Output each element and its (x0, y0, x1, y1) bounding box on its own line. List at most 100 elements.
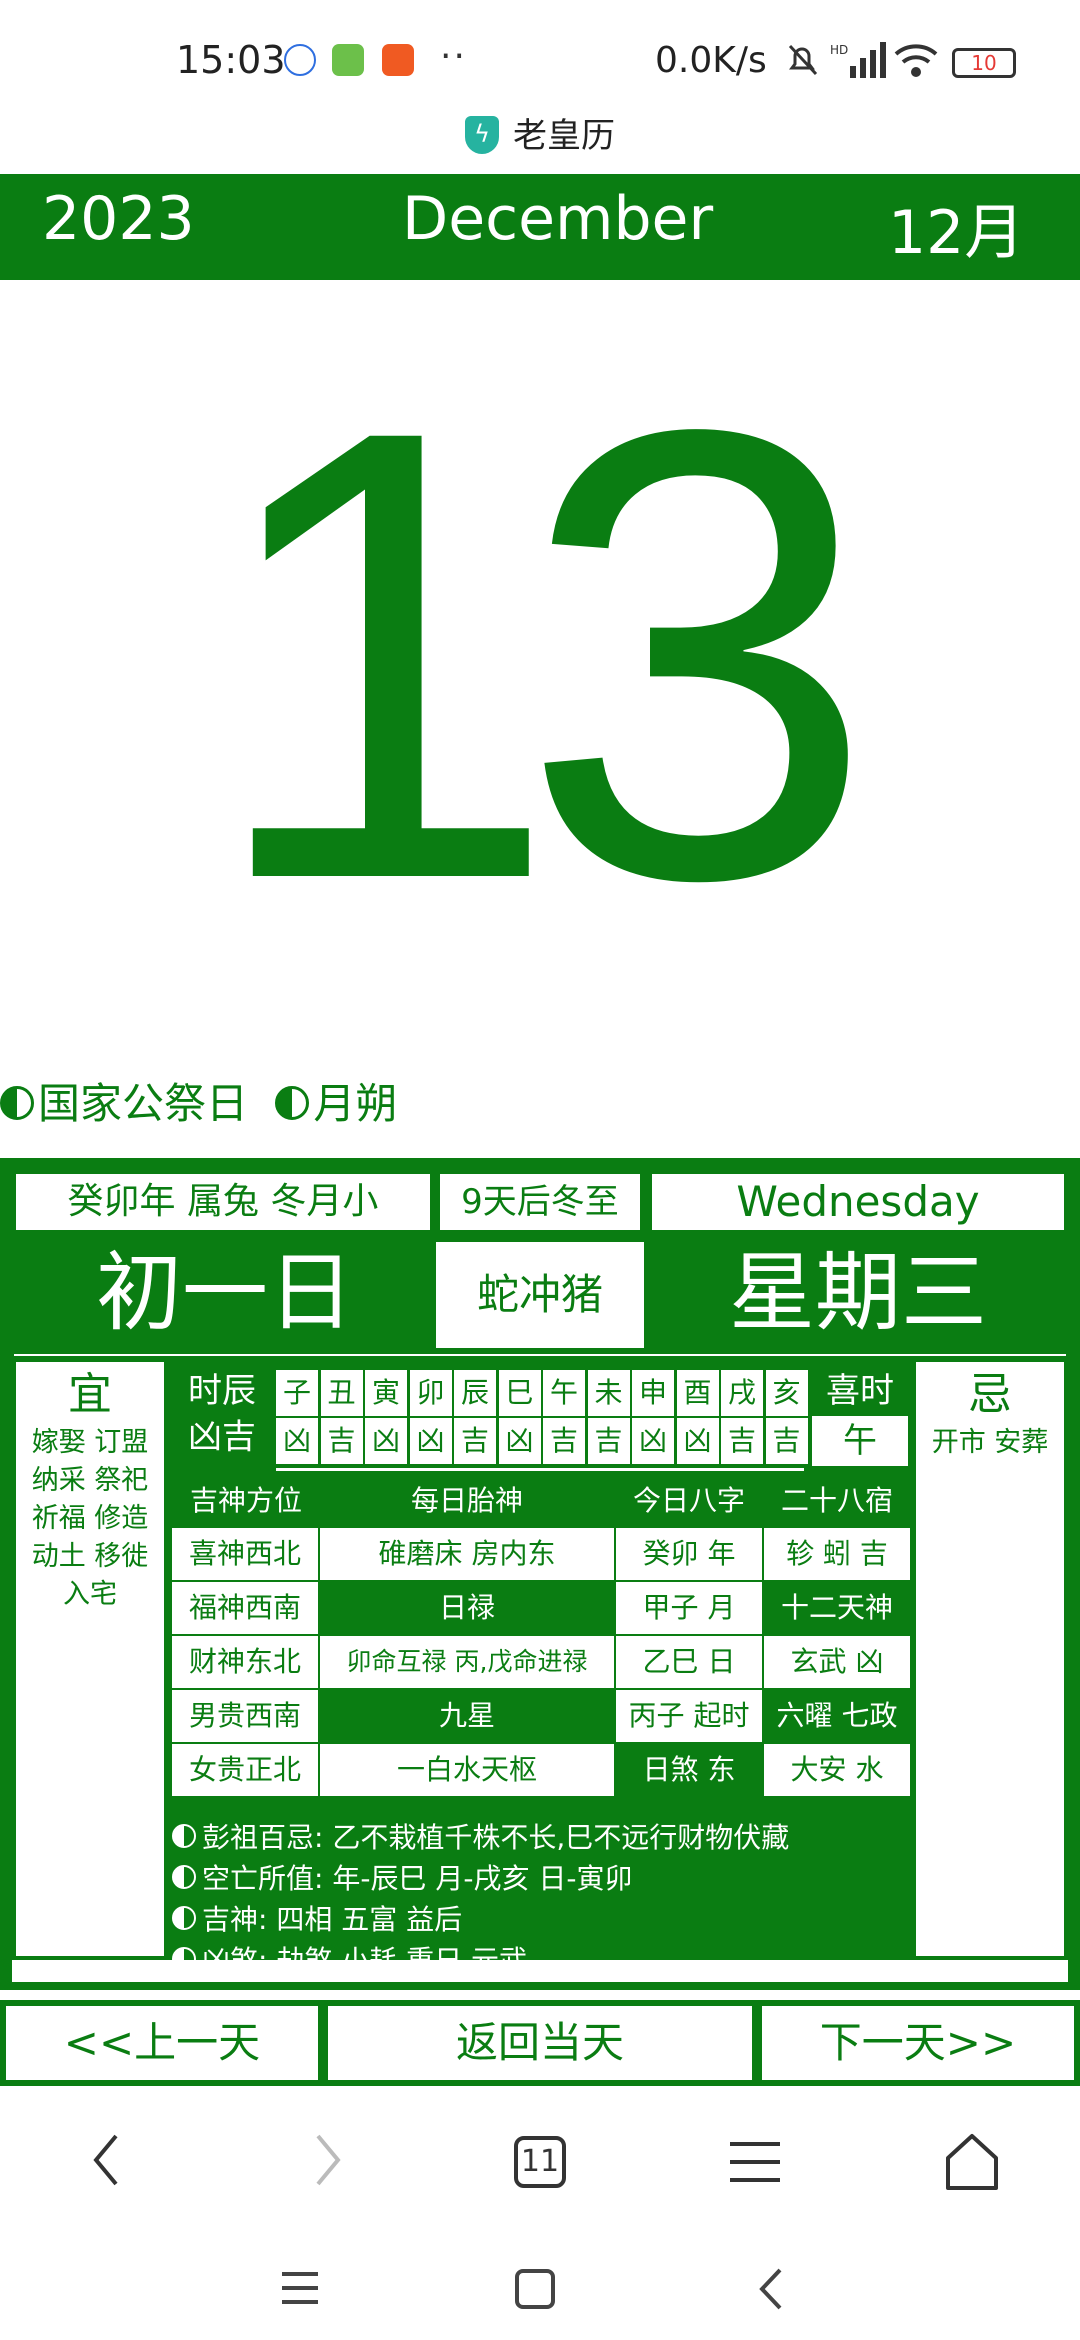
direction-cell: 男贵西南 (172, 1690, 318, 1742)
hour-branch: 午 (543, 1370, 585, 1416)
shield-icon: ϟ (465, 115, 499, 154)
fetal-god-cell: 卯命互禄 丙,戊命进禄 (320, 1636, 614, 1688)
hour-branch: 丑 (320, 1370, 363, 1416)
app-title-text: 老皇历 (513, 116, 615, 156)
year: 2023 (42, 184, 195, 254)
hour-luck: 凶 (676, 1418, 719, 1464)
clash: 蛇冲猪 (436, 1242, 644, 1348)
hour-branch: 申 (632, 1370, 674, 1416)
hour-luck: 凶 (276, 1418, 318, 1464)
hour-branch: 子 (276, 1370, 318, 1416)
hour-luck: 凶 (632, 1418, 674, 1464)
next-day-button[interactable]: 下一天>> (762, 2006, 1074, 2080)
note-text: 吉神: 四相 五富 益后 (202, 1903, 463, 1936)
half-circle-icon (275, 1085, 310, 1120)
lunar-day: 初一日 (96, 1243, 354, 1343)
yi-line: 动土 移徙 (31, 1541, 149, 1572)
back-icon[interactable] (86, 2130, 126, 2190)
hour-branch: 酉 (676, 1370, 719, 1416)
mansion-cell: 玄武 凶 (764, 1636, 910, 1688)
almanac-panel: 癸卯年 属兔 冬月小 9天后冬至 Wednesday 初一日 蛇冲猪 星期三 宜… (0, 1158, 1080, 1990)
hour-luck: 凶 (365, 1418, 407, 1464)
note-line: 吉神: 四相 五富 益后 (172, 1902, 912, 1938)
month: December (402, 184, 714, 254)
hour-luck: 吉 (454, 1418, 496, 1464)
direction-cell: 福神西南 (172, 1582, 318, 1634)
mansions-header: 二十八宿 (780, 1484, 893, 1517)
hour-branch: 未 (587, 1370, 630, 1416)
menu-icon[interactable] (728, 2138, 782, 2186)
note-line: 空亡所值: 年-辰巳 月-戌亥 日-寅卯 (172, 1861, 912, 1897)
fetal-god-cell: 日禄 (438, 1591, 495, 1624)
fetal-god-cell: 一白水天枢 (320, 1744, 614, 1796)
mansion-cell: 大安 水 (764, 1744, 910, 1796)
yi-line: 嫁娶 订盟 (31, 1427, 149, 1458)
hour-branch: 辰 (454, 1370, 496, 1416)
yi-line: 入宅 (63, 1579, 117, 1610)
day-nav: <<上一天 返回当天 下一天>> (0, 2000, 1080, 2086)
tabs-button[interactable]: 11 (514, 2136, 566, 2188)
hour-luck: 凶 (498, 1418, 541, 1464)
fetal-god-header: 每日胎神 (410, 1484, 523, 1517)
weekday-en: Wednesday (652, 1174, 1064, 1230)
mansion-cell: 轸 蚓 吉 (764, 1528, 910, 1580)
hours-underline (276, 1468, 804, 1471)
direction-cell: 喜神西北 (172, 1528, 318, 1580)
today-button[interactable]: 返回当天 (328, 2006, 752, 2080)
ganzhi-year: 癸卯年 属兔 冬月小 (16, 1174, 430, 1230)
half-circle-icon (0, 1085, 34, 1120)
baidu-icon (284, 44, 316, 76)
lunar-month: 12月大 (888, 198, 1025, 355)
network-speed: 0.0K/s (655, 40, 767, 81)
half-circle-icon (172, 1906, 196, 1930)
hour-branch: 戌 (721, 1370, 763, 1416)
forward-icon[interactable] (308, 2130, 348, 2190)
yi-line: 祈福 修造 (31, 1503, 149, 1534)
bazi-header: 今日八字 (632, 1484, 745, 1517)
mansion-cell: 十二天神 (780, 1591, 893, 1624)
mute-bell-icon (788, 44, 818, 76)
day-number: 13 (204, 297, 876, 1012)
wifi-icon (894, 44, 938, 77)
prev-day-button[interactable]: <<上一天 (6, 2006, 318, 2080)
hour-luck: 吉 (543, 1418, 585, 1464)
happy-hour-label: 喜时 (826, 1371, 894, 1411)
ji-column: 忌 开市 安葬 (916, 1362, 1064, 1956)
fetal-god-cell: 碓磨床 房内东 (320, 1528, 614, 1580)
mansion-cell: 六曜 七政 (776, 1699, 898, 1732)
hour-branch: 卯 (409, 1370, 452, 1416)
bazi-cell: 丙子 起时 (616, 1690, 762, 1742)
home-icon[interactable] (944, 2132, 1000, 2192)
system-home-icon[interactable] (514, 2268, 556, 2310)
signal-icon: HD (830, 42, 886, 78)
solar-term: 9天后冬至 (440, 1174, 640, 1230)
holiday-list: 国家公祭日 月朔 (0, 1070, 1080, 1130)
yi-title: 宜 (68, 1369, 112, 1420)
note-text: 彭祖百忌: 乙不栽植千株不长,巳不远行财物伏藏 (202, 1821, 790, 1854)
hour-luck: 吉 (721, 1418, 763, 1464)
directions-header: 吉神方位 (189, 1484, 302, 1517)
direction-cell: 女贵正北 (172, 1744, 318, 1796)
note-line: 彭祖百忌: 乙不栽植千株不长,巳不远行财物伏藏 (172, 1820, 912, 1856)
yi-line: 纳采 祭祀 (31, 1465, 149, 1496)
system-back-icon[interactable] (756, 2266, 786, 2312)
app-notification-icon (382, 44, 414, 76)
hour-luck: 吉 (587, 1418, 630, 1464)
ji-line: 开市 安葬 (931, 1427, 1049, 1458)
status-time: 15:03 (176, 38, 286, 82)
svg-text:HD: HD (830, 43, 848, 57)
fetal-god-cell: 九星 (438, 1699, 495, 1732)
browser-toolbar: 11 (0, 2086, 1080, 2216)
hour-branch: 亥 (765, 1370, 808, 1416)
date-banner: 2023 December 12月大 (0, 174, 1080, 355)
battery-icon: 10 (952, 48, 1016, 78)
ji-title: 忌 (968, 1369, 1012, 1420)
recents-icon[interactable] (280, 2270, 320, 2306)
divider (14, 1354, 1066, 1356)
holiday-item: 月朔 (313, 1079, 398, 1128)
system-navigation (0, 2216, 1080, 2340)
half-circle-icon (172, 1824, 196, 1848)
bazi-cell: 日煞 东 (642, 1753, 736, 1786)
app-title: ϟ 老皇历 (0, 108, 1080, 170)
hour-branch: 巳 (498, 1370, 541, 1416)
